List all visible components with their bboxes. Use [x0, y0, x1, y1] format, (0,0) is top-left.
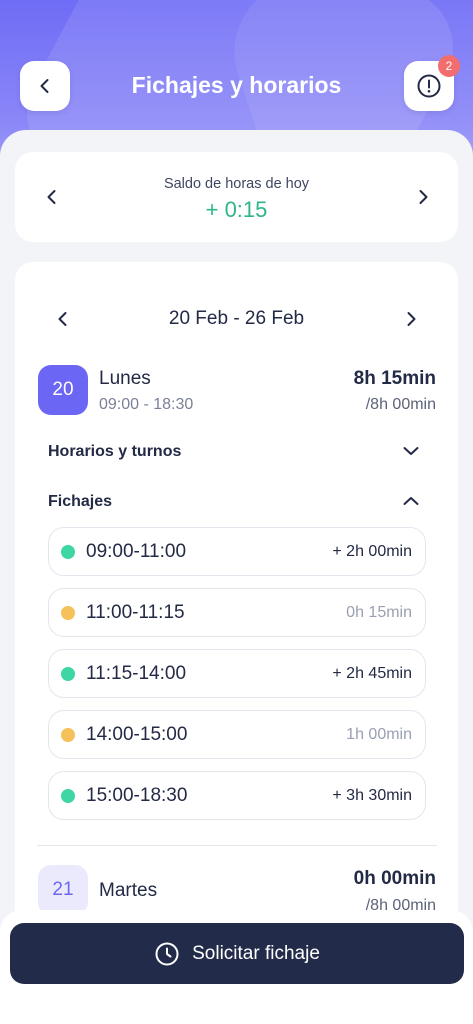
work-status-dot	[61, 667, 75, 681]
break-status-dot	[61, 728, 75, 742]
punch-duration: 1h 00min	[346, 726, 412, 743]
punch-time-range: 14:00-15:00	[86, 724, 188, 745]
day-name: Lunes	[99, 368, 151, 389]
week-card: 20 Feb - 26 Feb 20 Lunes 09:00 - 18:30 8…	[15, 262, 458, 962]
page-title: Fichajes y horarios	[131, 72, 342, 98]
alert-circle-icon	[417, 74, 441, 98]
work-status-dot	[61, 789, 75, 803]
punch-duration: + 2h 45min	[332, 665, 412, 682]
request-punch-label: Solicitar fichaje	[192, 942, 320, 964]
expand-schedules-button[interactable]	[396, 436, 426, 466]
punch-duration: + 3h 30min	[332, 787, 412, 804]
request-punch-button[interactable]: Solicitar fichaje	[10, 923, 464, 984]
next-day-button[interactable]	[408, 182, 438, 212]
balance-value: + 0:15	[205, 197, 268, 222]
punch-time-range: 11:15-14:00	[86, 663, 187, 684]
next-week-button[interactable]	[396, 304, 426, 334]
punch-time-range: 09:00-11:00	[86, 541, 187, 562]
punch-entry[interactable]: 11:15-14:00 + 2h 45min	[48, 649, 426, 698]
day-worked-total: 0h 00min	[353, 868, 436, 889]
punch-duration: 0h 15min	[346, 604, 412, 621]
punches-section-title[interactable]: Fichajes	[48, 493, 112, 511]
chevron-right-icon	[407, 312, 416, 326]
day-number-badge[interactable]: 20	[38, 365, 88, 415]
day-name: Martes	[99, 880, 158, 901]
clock-icon	[155, 942, 179, 965]
punch-time-range: 11:00-11:15	[86, 602, 185, 623]
punch-entry[interactable]: 11:00-11:15 0h 15min	[48, 588, 426, 637]
day-worked-total: 8h 15min	[353, 368, 436, 389]
day-expected-total: /8h 00min	[365, 396, 436, 413]
chevron-up-icon	[403, 497, 419, 505]
punch-entry[interactable]: 09:00-11:00 + 2h 00min	[48, 527, 426, 576]
break-status-dot	[61, 606, 75, 620]
chevron-down-icon	[403, 447, 419, 455]
week-range: 20 Feb - 26 Feb	[168, 308, 305, 329]
collapse-punches-button[interactable]	[396, 486, 426, 516]
chevron-right-icon	[419, 190, 428, 204]
punch-entry[interactable]: 15:00-18:30 + 3h 30min	[48, 771, 426, 820]
punch-time-range: 15:00-18:30	[86, 785, 188, 806]
day-number-badge[interactable]: 21	[38, 865, 88, 915]
notification-badge: 2	[438, 55, 460, 77]
work-status-dot	[61, 545, 75, 559]
schedules-section-title[interactable]: Horarios y turnos	[48, 443, 181, 461]
balance-label: Saldo de horas de hoy	[163, 176, 310, 192]
hours-balance-card: Saldo de horas de hoy + 0:15	[15, 152, 458, 242]
punch-duration: + 2h 00min	[332, 543, 412, 560]
day-schedule: 09:00 - 18:30	[99, 396, 194, 413]
day-divider	[37, 845, 437, 846]
punch-entry[interactable]: 14:00-15:00 1h 00min	[48, 710, 426, 759]
